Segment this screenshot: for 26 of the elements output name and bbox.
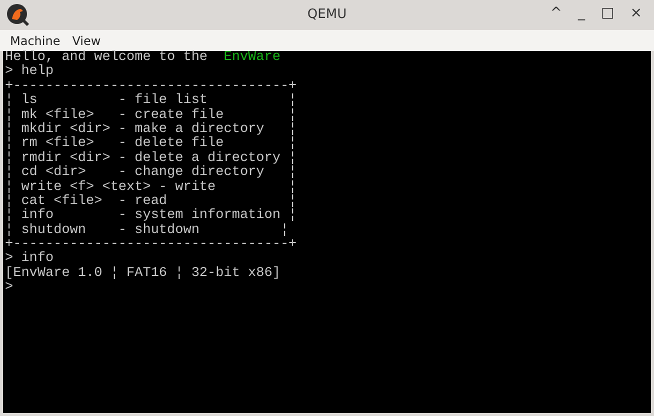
terminal-text: ¦ mkdir <dir> - make a directory ¦ [5,122,297,137]
terminal-text: > [5,280,14,296]
maximize-button[interactable]: □ [597,6,618,20]
terminal-text: ¦ cat <file> - read ¦ [5,194,297,209]
terminal-text: +----------------------------------+ [5,237,297,252]
terminal-text: ¦ shutdown - shutdown ¦ [5,222,289,238]
menu-item[interactable]: Machine [4,32,66,50]
terminal-text: +----------------------------------+ [5,78,297,94]
terminal-text: ¦ rm <file> - delete file ¦ [5,136,297,152]
highlighted-text: EnvWare [224,50,280,65]
window-title: QEMU [307,6,347,24]
terminal-text: Hello, and welcome to the [5,50,209,65]
terminal-text: ¦ cd <dir> - change directory ¦ [5,165,297,180]
minimize-up-button[interactable]: ^ [546,6,566,20]
terminal-text: ¦ ls - file list ¦ [5,93,297,108]
terminal-text: ¦ write <f> <text> - write ¦ [5,180,297,195]
terminal-text: ¦ info - system information ¦ [5,208,297,224]
terminal-text: > info [5,251,54,266]
menu-item[interactable]: View [66,32,107,50]
minimize-button[interactable]: _ [574,6,590,20]
app-logo-icon [6,3,30,27]
close-button[interactable]: × [626,6,646,20]
terminal-text: ¦ rmdir <dir> - delete a directory ¦ [5,150,297,166]
terminal-text: ¦ mk <file> - create file ¦ [5,108,297,123]
terminal-text: [EnvWare 1.0 ¦ FAT16 ¦ 32-bit x86] [5,266,280,281]
terminal-text: > help [5,64,54,80]
